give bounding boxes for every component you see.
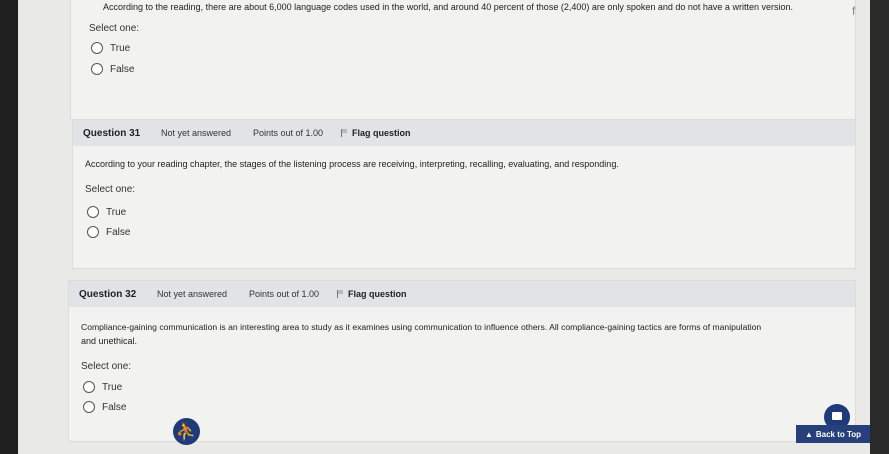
option-label: True (102, 381, 123, 393)
radio-false[interactable] (83, 401, 95, 413)
arrow-up-icon: ▲ (804, 429, 813, 439)
question-number: Question 32 (79, 288, 137, 300)
option-label: False (102, 401, 127, 413)
screen-bezel (870, 0, 889, 454)
back-to-top-button[interactable]: ▲ Back to Top (796, 425, 870, 443)
question-32-text-line-1: Compliance-gaining communication is an i… (81, 322, 762, 332)
option-label: False (110, 63, 135, 75)
question-30-select-label: Select one: (89, 23, 140, 34)
corner-glyph: f (852, 4, 856, 18)
radio-false[interactable] (91, 63, 103, 75)
flag-question-button[interactable]: Flag question (341, 128, 411, 138)
question-31-card: Question 31 Not yet answered Points out … (72, 119, 856, 269)
flag-question-label: Flag question (348, 289, 407, 299)
question-30-card: According to the reading, there are abou… (70, 0, 856, 120)
radio-true[interactable] (83, 381, 95, 393)
option-label: True (110, 42, 131, 54)
flag-icon (337, 290, 344, 298)
question-31-text: According to your reading chapter, the s… (85, 159, 619, 169)
quiz-screen: According to the reading, there are abou… (18, 0, 870, 454)
flag-icon (341, 129, 348, 137)
question-32-select-label: Select one: (81, 361, 132, 372)
question-31-option-true[interactable]: True (87, 206, 126, 218)
question-32-option-false[interactable]: False (83, 401, 126, 413)
question-32-header: Question 32 Not yet answered Points out … (69, 281, 855, 307)
question-state: Not yet answered (157, 289, 228, 299)
radio-false[interactable] (87, 226, 99, 238)
question-31-header: Question 31 Not yet answered Points out … (73, 120, 855, 146)
back-to-top-label: Back to Top (815, 429, 862, 439)
question-32-option-true[interactable]: True (83, 381, 122, 393)
option-label: True (106, 206, 127, 218)
question-30-text: According to the reading, there are abou… (103, 2, 793, 12)
question-31-select-label: Select one: (85, 184, 136, 195)
question-points: Points out of 1.00 (249, 289, 320, 299)
question-32-text-line-2: and unethical. (81, 336, 138, 346)
radio-true[interactable] (91, 42, 103, 54)
question-30-option-false[interactable]: False (91, 63, 134, 75)
flag-question-label: Flag question (352, 128, 411, 138)
question-31-option-false[interactable]: False (87, 226, 130, 238)
question-number: Question 31 (83, 127, 141, 139)
question-state: Not yet answered (161, 128, 232, 138)
radio-true[interactable] (87, 206, 99, 218)
flag-question-button[interactable]: Flag question (337, 289, 407, 299)
question-30-option-true[interactable]: True (91, 42, 130, 54)
question-points: Points out of 1.00 (253, 128, 324, 138)
option-label: False (106, 226, 131, 238)
accessibility-icon[interactable]: ⛹ (173, 418, 200, 445)
